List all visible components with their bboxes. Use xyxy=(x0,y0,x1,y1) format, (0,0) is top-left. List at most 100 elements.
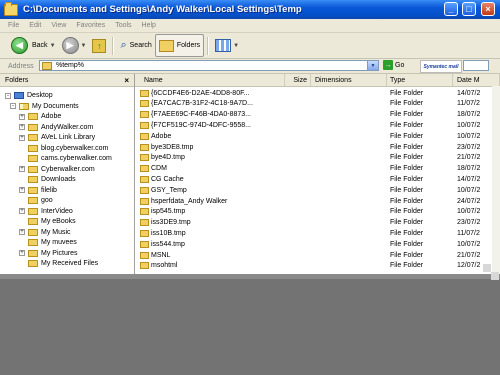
symantec-logo[interactable]: Symantec mail xyxy=(420,60,462,73)
file-row[interactable]: GSY_Temp File Folder 10/07/2 xyxy=(135,185,500,195)
file-name-cell: isp545.tmp xyxy=(140,207,285,217)
overlay-mark xyxy=(483,264,491,272)
tree-item-label: InterVideo xyxy=(41,207,73,215)
expand-icon[interactable]: + xyxy=(19,208,25,214)
menu-tools[interactable]: Tools xyxy=(115,22,131,29)
tree-item[interactable]: My Received Files xyxy=(28,258,98,269)
folder-icon xyxy=(140,132,149,140)
file-date: 10/07/2 xyxy=(457,132,481,140)
file-row[interactable]: {6CCDF4E6-D2AE-4DD8-80F... File Folder 14/… xyxy=(135,88,500,98)
address-dropdown-button[interactable]: ▼ xyxy=(367,61,378,70)
file-type: File Folder xyxy=(390,229,424,237)
vertical-scrollbar[interactable] xyxy=(492,86,500,274)
file-name: GSY_Temp xyxy=(151,186,187,194)
forward-button[interactable]: ▶ ▼ xyxy=(59,36,90,56)
go-button[interactable]: → Go xyxy=(383,60,404,70)
chevron-down-icon[interactable]: ▼ xyxy=(50,43,56,49)
back-button[interactable]: ◀ Back ▼ xyxy=(8,36,59,56)
file-date: 21/07/2 xyxy=(457,251,481,259)
tree-item[interactable]: Downloads xyxy=(28,174,76,185)
file-row[interactable]: {F7AEE69C-F46B-4DA0-8873... File Folder 18… xyxy=(135,110,500,120)
file-row[interactable]: CDM File Folder 18/07/2 xyxy=(135,164,500,174)
menu-help[interactable]: Help xyxy=(142,22,156,29)
column-type[interactable]: Type xyxy=(387,74,453,86)
up-button[interactable]: ↑ xyxy=(89,36,109,56)
file-row[interactable]: bye3DE8.tmp File Folder 23/07/2 xyxy=(135,142,500,152)
file-name: iss3DE9.tmp xyxy=(151,219,191,227)
tree-item[interactable]: + AVeL Link Library xyxy=(19,132,95,143)
file-name: iss544.tmp xyxy=(151,240,185,248)
file-type: File Folder xyxy=(390,175,424,183)
file-row[interactable]: iss10B.tmp File Folder 11/07/2 xyxy=(135,228,500,238)
menu-bar: File Edit View Favorites Tools Help xyxy=(0,19,500,33)
file-row[interactable]: hsperfdata_Andy Walker File Folder 24/07/2 xyxy=(135,196,500,206)
menu-edit[interactable]: Edit xyxy=(29,22,41,29)
tree-item[interactable]: + filelib xyxy=(19,185,57,196)
title-bar[interactable]: C:\Documents and Settings\Andy Walker\Lo… xyxy=(0,0,500,19)
tree-item[interactable]: + Adobe xyxy=(19,111,61,122)
folder-icon xyxy=(28,239,38,246)
expand-icon[interactable]: + xyxy=(19,250,25,256)
tree-item[interactable]: + Cyberwalker.com xyxy=(19,164,95,175)
file-row[interactable]: Adobe File Folder 10/07/2 xyxy=(135,131,500,141)
menu-favorites[interactable]: Favorites xyxy=(76,22,105,29)
folder-icon xyxy=(140,186,149,194)
tree-item[interactable]: + InterVideo xyxy=(19,206,73,217)
desktop-strip xyxy=(0,274,500,279)
collapse-icon[interactable]: - xyxy=(5,92,11,99)
chevron-down-icon[interactable]: ▼ xyxy=(233,43,239,49)
column-name[interactable]: Name xyxy=(135,74,285,86)
tree-item[interactable]: cams.cyberwalker.com xyxy=(28,153,112,164)
minimize-button[interactable]: _ xyxy=(444,2,458,16)
tree-item[interactable]: + My Music xyxy=(19,227,71,238)
chevron-down-icon[interactable]: ▼ xyxy=(81,43,87,49)
tree-item[interactable]: My muvees xyxy=(28,237,77,248)
folder-icon xyxy=(28,218,38,225)
tree-item-label: My Pictures xyxy=(41,249,78,257)
up-folder-icon: ↑ xyxy=(92,38,107,53)
tree-item[interactable]: - My Documents xyxy=(10,101,79,112)
tree-item[interactable]: My eBooks xyxy=(28,216,76,227)
menu-view[interactable]: View xyxy=(51,22,66,29)
file-row[interactable]: iss544.tmp File Folder 10/07/2 xyxy=(135,239,500,249)
file-row[interactable]: isp545.tmp File Folder 10/07/2 xyxy=(135,207,500,217)
expand-icon[interactable]: + xyxy=(19,134,25,141)
file-row[interactable]: {EA7CAC7B-31F2-4C18-9A7D... File Folder 11… xyxy=(135,99,500,109)
tree-item[interactable]: blog.cyberwalker.com xyxy=(28,143,108,154)
file-row[interactable]: msohtml File Folder 12/07/2 xyxy=(135,261,500,271)
tree-item[interactable]: + My Pictures xyxy=(19,248,78,259)
maximize-button[interactable]: □ xyxy=(462,2,476,16)
file-name-cell: bye3DE8.tmp xyxy=(140,142,285,152)
folder-icon xyxy=(140,262,149,270)
expand-icon[interactable]: + xyxy=(19,124,25,130)
expand-icon[interactable]: + xyxy=(19,113,25,120)
file-row[interactable]: CG Cache File Folder 14/07/2 xyxy=(135,174,500,184)
address-label: Address xyxy=(8,62,34,70)
file-row[interactable]: MSNL File Folder 21/07/2 xyxy=(135,250,500,260)
search-button[interactable]: ⌕ Search xyxy=(117,36,154,56)
expand-icon[interactable]: + xyxy=(19,166,25,172)
column-dimensions[interactable]: Dimensions xyxy=(311,74,387,86)
menu-file[interactable]: File xyxy=(8,22,19,29)
folders-button[interactable]: Folders xyxy=(154,34,205,57)
column-date-modified[interactable]: Date M xyxy=(453,74,500,86)
tree-item[interactable]: - Desktop xyxy=(5,90,53,101)
address-input[interactable]: %temp% ▼ xyxy=(39,60,379,71)
tree-item[interactable]: goo xyxy=(28,195,53,206)
file-type: File Folder xyxy=(390,132,424,140)
close-button[interactable]: × xyxy=(481,2,495,16)
file-name-cell: {6CCDF4E6-D2AE-4DD8-80F... xyxy=(140,88,285,98)
file-type: File Folder xyxy=(390,100,424,108)
file-row[interactable]: {F7CF519C-974D-4DFC-9558... File Folder 10… xyxy=(135,120,500,130)
file-row[interactable]: bye4D.tmp File Folder 21/07/2 xyxy=(135,153,500,163)
expand-icon[interactable]: + xyxy=(19,229,25,235)
views-button[interactable]: ▼ xyxy=(212,36,242,56)
collapse-icon[interactable]: - xyxy=(10,103,16,109)
folder-icon xyxy=(28,113,38,120)
close-pane-icon[interactable]: × xyxy=(124,76,129,85)
expand-icon[interactable]: + xyxy=(19,187,25,193)
symantec-search-box[interactable] xyxy=(463,60,489,71)
file-row[interactable]: iss3DE9.tmp File Folder 23/07/2 xyxy=(135,218,500,228)
tree-item[interactable]: + AndyWalker.com xyxy=(19,122,93,133)
column-size[interactable]: Size xyxy=(285,74,311,86)
